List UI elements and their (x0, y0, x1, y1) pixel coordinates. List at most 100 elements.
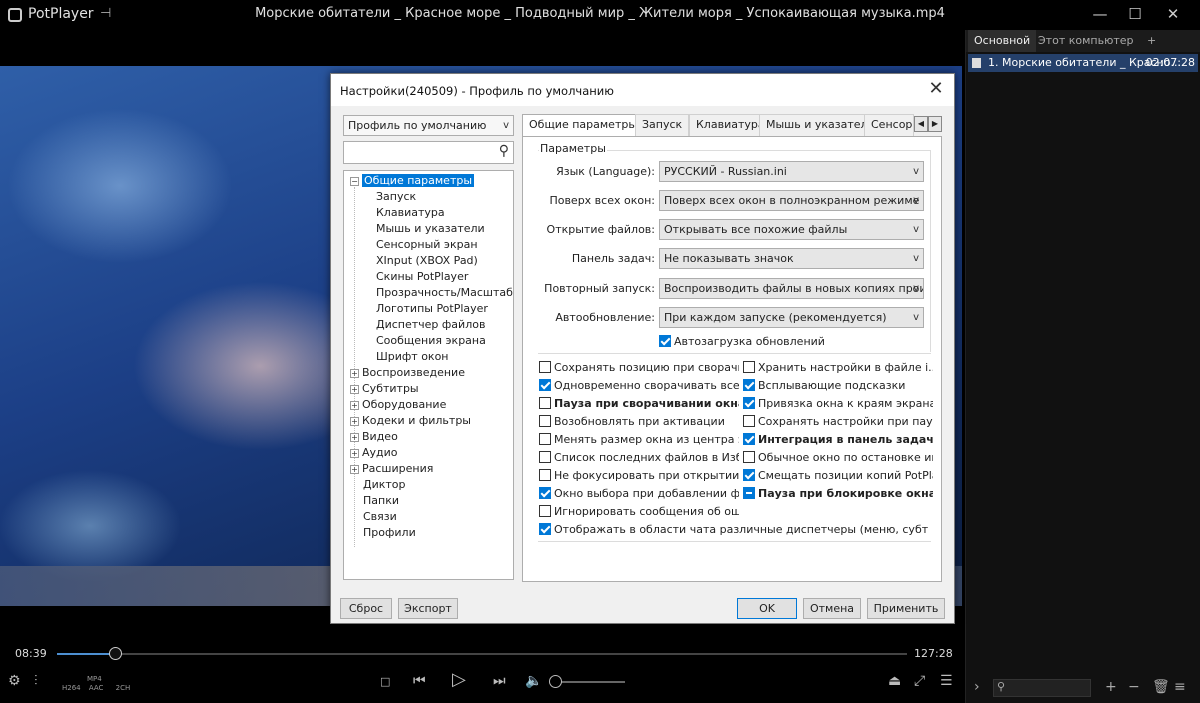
tooltips-checkbox[interactable]: Всплывающие подсказки (743, 378, 933, 394)
taskbar-integration-checkbox[interactable]: Интеграция в панель задач (743, 432, 933, 448)
reset-button[interactable]: Сброс (340, 598, 392, 619)
chat-dispatchers-checkbox[interactable]: Отображать в области чата различные дисп… (539, 522, 929, 538)
time-total[interactable]: 127:28 (914, 647, 953, 660)
close-icon[interactable]: ✕ (923, 78, 949, 102)
scroll-left-icon[interactable]: ◀ (914, 116, 928, 132)
expand-icon[interactable]: + (350, 401, 359, 410)
relaunch-select[interactable]: Воспроизводить файлы в новых копиях прои… (659, 278, 924, 299)
ignore-errors-checkbox[interactable]: Игнорировать сообщения об оши... (539, 504, 739, 520)
pause-on-minimize-checkbox[interactable]: Пауза при сворачивании окна (539, 396, 739, 412)
tab-main[interactable]: Основной (968, 30, 1037, 52)
tab-this-computer[interactable]: Этот компьютер (1032, 30, 1140, 52)
remove-icon[interactable]: − (1128, 679, 1140, 695)
tree-item-mouse[interactable]: Мышь и указатели (376, 221, 485, 237)
export-button[interactable]: Экспорт (398, 598, 458, 619)
dialog-titlebar[interactable]: Настройки(240509) - Профиль по умолчанию… (331, 74, 954, 106)
codec-badges[interactable]: MP4 H264 AAC 2CH (62, 675, 130, 693)
tree-item-logos[interactable]: Логотипы PotPlayer (376, 301, 488, 317)
taskbar-select[interactable]: Не показывать значок v (659, 248, 924, 269)
menu-icon[interactable]: ☰ (940, 673, 953, 689)
normal-window-on-stop-checkbox[interactable]: Обычное окно по остановке иг... (743, 450, 933, 466)
add-file-dialog-checkbox[interactable]: Окно выбора при добавлении фай... (539, 486, 739, 502)
tree-item-folders[interactable]: Папки (363, 493, 399, 509)
minimize-all-checkbox[interactable]: Одновременно сворачивать все о... (539, 378, 739, 394)
tree-item-keyboard[interactable]: Клавиатура (376, 205, 445, 221)
add-icon[interactable]: + (1105, 679, 1117, 695)
minimize-icon[interactable]: — (1082, 2, 1118, 26)
volume-thumb[interactable] (549, 675, 562, 688)
tree-item-extensions[interactable]: + Расширения (350, 461, 433, 477)
tree-item-narrator[interactable]: Диктор (363, 477, 406, 493)
expand-icon[interactable]: + (350, 369, 359, 378)
resume-on-activate-checkbox[interactable]: Возобновлять при активации (539, 414, 739, 430)
playlist-search-input[interactable] (993, 679, 1091, 697)
gear-icon[interactable]: ⚙ (8, 673, 21, 689)
stop-icon[interactable]: □ (380, 675, 390, 688)
eject-icon[interactable]: ⏏ (888, 673, 901, 689)
snap-to-edges-checkbox[interactable]: Привязка окна к краям экрана (743, 396, 933, 412)
save-position-checkbox[interactable]: Сохранять позицию при сворачив... (539, 360, 739, 376)
apply-button[interactable]: Применить (867, 598, 945, 619)
play-icon[interactable]: ▷ (452, 669, 466, 690)
on-top-select[interactable]: Поверх всех окон в полноэкранном режиме v (659, 190, 924, 211)
tree-item-codecs[interactable]: + Кодеки и фильтры (350, 413, 471, 429)
close-icon[interactable]: ✕ (1155, 2, 1191, 26)
tree-item-hardware[interactable]: + Оборудование (350, 397, 446, 413)
expand-icon[interactable]: + (350, 449, 359, 458)
settings-search-input[interactable]: ⚲ (343, 141, 514, 164)
add-tab-button[interactable]: + (1141, 30, 1162, 52)
profile-select[interactable]: Профиль по умолчанию v (343, 115, 514, 136)
tree-item-osd[interactable]: Сообщения экрана (376, 333, 486, 349)
store-settings-ini-checkbox[interactable]: Хранить настройки в файле i... (743, 360, 933, 376)
autoupdate-download-checkbox[interactable]: Автозагрузка обновлений (659, 334, 825, 350)
collapse-icon[interactable]: − (350, 177, 359, 186)
tree-item-associations[interactable]: Связи (363, 509, 397, 525)
language-select[interactable]: РУССКИЙ - Russian.ini v (659, 161, 924, 182)
app-name[interactable]: PotPlayer (28, 6, 94, 22)
pin-icon[interactable]: ⊣ (100, 6, 111, 21)
tree-item-touchscreen[interactable]: Сенсорный экран (376, 237, 478, 253)
search-icon[interactable]: ⚲ (499, 143, 509, 159)
fullscreen-icon[interactable]: ⤢ (914, 673, 925, 689)
tree-item-file-manager[interactable]: Диспетчер файлов (376, 317, 485, 333)
recent-files-checkbox[interactable]: Список последних файлов в Избра... (539, 450, 739, 466)
tree-item-general[interactable]: − Общие параметры (350, 173, 475, 189)
expand-icon[interactable]: + (350, 465, 359, 474)
tree-item-audio[interactable]: + Аудио (350, 445, 398, 461)
tree-item-profiles[interactable]: Профили (363, 525, 416, 541)
tree-item-transparency[interactable]: Прозрачность/Масштаб (376, 285, 513, 301)
tree-item-window-font[interactable]: Шрифт окон (376, 349, 449, 365)
tree-item-subtitles[interactable]: + Субтитры (350, 381, 419, 397)
pause-on-lock-checkbox[interactable]: Пауза при блокировке окна (743, 486, 933, 502)
autoupdate-select[interactable]: При каждом запуске (рекомендуется) v (659, 307, 924, 328)
offset-copies-checkbox[interactable]: Смещать позиции копий PotPla... (743, 468, 933, 484)
expand-icon[interactable]: + (350, 433, 359, 442)
tree-item-startup[interactable]: Запуск (376, 189, 416, 205)
maximize-icon[interactable]: ☐ (1117, 2, 1153, 26)
previous-icon[interactable]: ⏮ (413, 673, 426, 689)
ok-button[interactable]: OK (737, 598, 797, 619)
trash-icon[interactable]: 🗑 (1152, 679, 1170, 695)
cancel-button[interactable]: Отмена (803, 598, 861, 619)
next-icon[interactable]: ⏭ (493, 673, 506, 689)
time-current[interactable]: 08:39 (15, 647, 47, 660)
scroll-right-icon[interactable]: ▶ (928, 116, 942, 132)
tree-item-xinput[interactable]: XInput (XBOX Pad) (376, 253, 478, 269)
no-focus-on-open-checkbox[interactable]: Не фокусировать при открытии фа... (539, 468, 739, 484)
potplayer-logo-icon[interactable] (8, 8, 22, 22)
tab-touch[interactable]: Сенсор (864, 114, 914, 136)
tree-item-video[interactable]: + Видео (350, 429, 398, 445)
tab-startup[interactable]: Запуск (635, 114, 690, 136)
file-open-select[interactable]: Открывать все похожие файлы v (659, 219, 924, 240)
seek-bar[interactable] (57, 647, 907, 660)
seek-thumb[interactable] (108, 647, 122, 660)
equalizer-icon[interactable]: ⫶ (34, 673, 38, 689)
expand-icon[interactable]: + (350, 417, 359, 426)
playlist-menu-icon[interactable]: ≡ (1174, 679, 1186, 695)
speaker-icon[interactable]: 🔈 (525, 673, 542, 689)
expand-icon[interactable]: + (350, 385, 359, 394)
resize-from-center-checkbox[interactable]: Менять размер окна из центра экр... (539, 432, 739, 448)
tree-item-playback[interactable]: + Воспроизведение (350, 365, 465, 381)
tab-general[interactable]: Общие параметры (522, 114, 645, 137)
playlist-item[interactable]: 1. Морские обитатели _ Красно... 02:07:2… (968, 54, 1198, 72)
